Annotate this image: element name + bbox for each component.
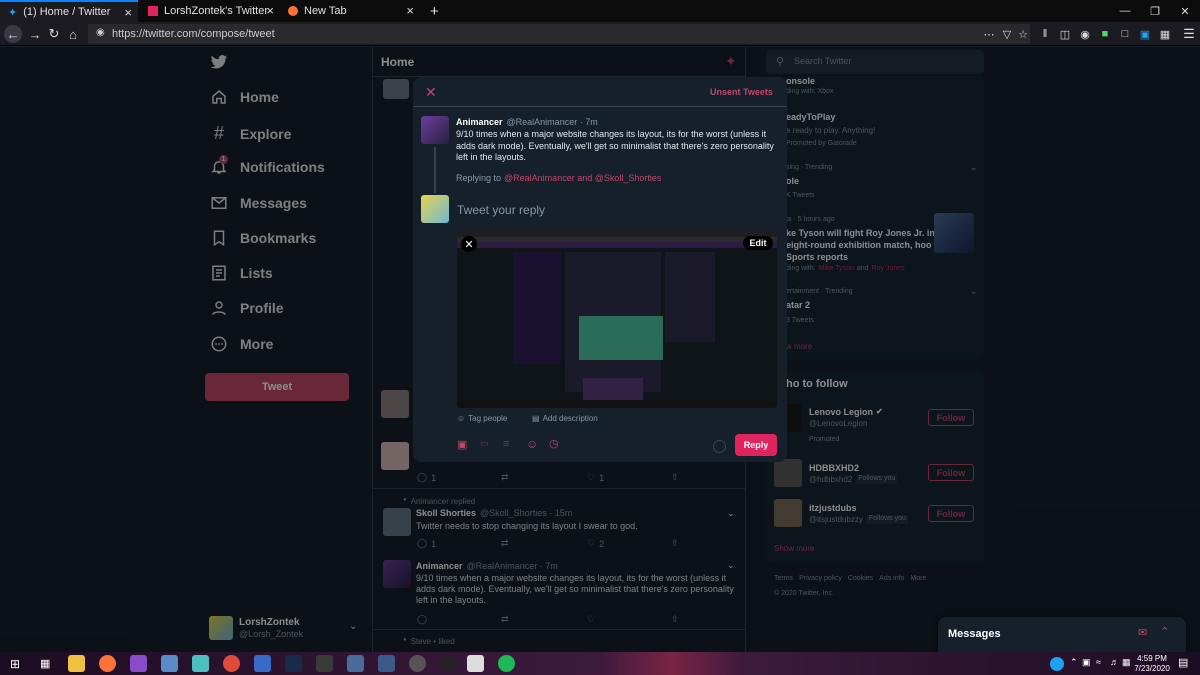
- reply-input[interactable]: Tweet your reply: [457, 203, 545, 217]
- image-browser-bar: [457, 230, 777, 237]
- firefox-icon[interactable]: [99, 655, 116, 672]
- messages-dock[interactable]: Messages ✉ ⌃: [938, 617, 1186, 652]
- firefox-favicon-icon: [288, 6, 298, 16]
- extension-icon[interactable]: □: [1116, 25, 1134, 43]
- network-icon[interactable]: ▣: [1082, 657, 1091, 668]
- edit-image-button[interactable]: Edit: [743, 236, 773, 250]
- volume-icon[interactable]: ♬: [1110, 657, 1119, 667]
- spotify-icon[interactable]: [498, 655, 515, 672]
- app-icon[interactable]: [254, 655, 271, 672]
- close-icon[interactable]: ✕: [425, 84, 437, 101]
- image-game-scene: [579, 316, 663, 360]
- new-tab-button[interactable]: +: [422, 0, 444, 22]
- chrome-icon[interactable]: [223, 655, 240, 672]
- minimize-window-icon[interactable]: —: [1110, 0, 1140, 22]
- close-tab-icon[interactable]: ×: [124, 5, 132, 20]
- tray-chevron-icon[interactable]: ⌃: [1070, 657, 1078, 668]
- bookmark-star-icon[interactable]: ☆: [1014, 25, 1032, 43]
- lock-icon: ◉: [96, 27, 105, 38]
- app-icon[interactable]: [347, 655, 364, 672]
- attached-image[interactable]: ✕ Edit: [457, 230, 777, 408]
- extension-icon[interactable]: ▦: [1156, 25, 1174, 43]
- forward-arrow-icon[interactable]: →: [26, 25, 44, 43]
- image-nav-strip: [457, 242, 777, 248]
- task-view-icon[interactable]: ▦: [40, 657, 50, 670]
- image-profile-panel: [513, 252, 561, 364]
- settings-gear-icon[interactable]: [409, 655, 426, 672]
- browser-tab-twitter[interactable]: ✦ (1) Home / Twitter ×: [0, 0, 138, 22]
- image-taskbar: [457, 401, 777, 408]
- character-counter: [713, 440, 726, 453]
- windows-taskbar: ⊞ ▦ ⌃ ▣ ≈ ♬ ▦ 4:59 PM 7/23/2020 ▤: [0, 652, 1200, 675]
- windows-start-icon[interactable]: ⊞: [10, 657, 20, 671]
- twitter-favicon-icon: ✦: [8, 6, 18, 19]
- extension-icon[interactable]: ■: [1096, 25, 1114, 43]
- reload-icon[interactable]: ↻: [45, 25, 63, 43]
- extension-icon[interactable]: ▣: [1136, 25, 1154, 43]
- schedule-icon[interactable]: ◷: [549, 437, 559, 450]
- app-icon[interactable]: [161, 655, 178, 672]
- reply-modal: ✕ Unsent Tweets Animancer @RealAnimancer…: [413, 77, 787, 462]
- close-tab-icon[interactable]: ×: [406, 3, 414, 18]
- avatar: [421, 116, 449, 144]
- browser-tab-bar: ✦ (1) Home / Twitter × LorshZontek's Twi…: [0, 0, 1200, 22]
- poll-icon: ≡: [503, 438, 510, 450]
- menu-hamburger-icon[interactable]: ☰: [1180, 25, 1198, 43]
- tag-people-button[interactable]: ☺ Tag people: [457, 414, 507, 423]
- app-icon[interactable]: [440, 655, 457, 672]
- media-icon[interactable]: ▣: [457, 438, 467, 451]
- new-message-icon[interactable]: ✉: [1138, 626, 1147, 639]
- home-browser-icon[interactable]: ⌂: [64, 25, 82, 43]
- browser-tab-stats[interactable]: LorshZontek's Twitter Stats Sur ×: [140, 0, 280, 22]
- add-description-button[interactable]: ▤ Add description: [532, 414, 598, 423]
- library-icon[interactable]: ‖: [1036, 25, 1054, 43]
- image-sidebar-panel: [665, 252, 715, 342]
- tweet-header: Animancer @RealAnimancer · 7m: [456, 117, 598, 127]
- close-tab-icon[interactable]: ×: [266, 3, 274, 18]
- app-icon[interactable]: [467, 655, 484, 672]
- action-center-icon[interactable]: ▤: [1178, 656, 1188, 669]
- messages-dock-title: Messages: [948, 628, 1001, 640]
- remove-image-icon[interactable]: ✕: [461, 236, 477, 252]
- gif-icon: ▭: [480, 438, 489, 448]
- app-icon[interactable]: [316, 655, 333, 672]
- language-icon[interactable]: ▦: [1122, 657, 1131, 668]
- person-icon: ☺: [457, 414, 466, 423]
- expand-chevron-icon[interactable]: ⌃: [1160, 625, 1169, 638]
- file-explorer-icon[interactable]: [68, 655, 85, 672]
- tray-app-icon[interactable]: [1050, 657, 1064, 671]
- divider: [413, 106, 787, 107]
- stats-favicon-icon: [148, 6, 158, 16]
- app-icon[interactable]: [130, 655, 147, 672]
- reply-button[interactable]: Reply: [735, 434, 777, 456]
- wifi-icon[interactable]: ≈: [1096, 657, 1101, 667]
- image-tweet-card: [583, 378, 643, 400]
- close-window-icon[interactable]: ✕: [1170, 0, 1200, 22]
- browser-toolbar: ← → ↻ ⌂ ◉ https://twitter.com/compose/tw…: [0, 22, 1200, 46]
- caption-icon: ▤: [532, 414, 540, 423]
- page-actions-icon[interactable]: ⋯: [980, 25, 998, 43]
- browser-tab-newtab[interactable]: New Tab ×: [280, 0, 420, 22]
- replying-to: Replying to @RealAnimancer and @Skoll_Sh…: [456, 173, 662, 183]
- app-icon[interactable]: [378, 655, 395, 672]
- account-icon[interactable]: ◉: [1076, 25, 1094, 43]
- restore-window-icon[interactable]: ❐: [1140, 0, 1170, 22]
- back-arrow-icon[interactable]: ←: [4, 25, 22, 43]
- thread-line: [434, 147, 436, 193]
- tweet-text: 9/10 times when a major website changes …: [456, 129, 774, 162]
- avatar: [421, 195, 449, 223]
- steam-icon[interactable]: [285, 655, 302, 672]
- unsent-tweets-button[interactable]: Unsent Tweets: [710, 87, 773, 97]
- taskbar-clock[interactable]: 4:59 PM 7/23/2020: [1132, 654, 1172, 674]
- taskbar-wallpaper: [0, 652, 1200, 675]
- app-icon[interactable]: [192, 655, 209, 672]
- emoji-icon[interactable]: ☺: [526, 437, 538, 451]
- sidebar-toggle-icon[interactable]: ◫: [1056, 25, 1074, 43]
- url-bar[interactable]: ◉ https://twitter.com/compose/tweet: [88, 24, 1030, 44]
